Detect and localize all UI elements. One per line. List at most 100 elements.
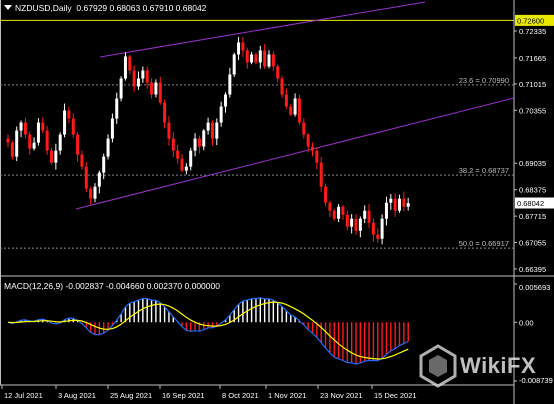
candle xyxy=(371,218,375,242)
dropdown-triangle-icon[interactable] xyxy=(4,5,12,10)
candle xyxy=(84,161,88,193)
candle xyxy=(106,134,110,160)
candle xyxy=(284,88,288,109)
candle xyxy=(141,66,145,83)
fib-level-label: 38.2 = 0.68737 xyxy=(459,166,509,175)
candle-body xyxy=(224,94,227,107)
candle xyxy=(276,64,280,83)
time-tick-label: 12 Jul 2021 xyxy=(4,391,43,400)
candle-body xyxy=(389,198,393,203)
candle-body xyxy=(297,98,301,123)
candle xyxy=(63,103,67,138)
candle-body xyxy=(45,130,49,151)
candle xyxy=(406,197,410,211)
candle xyxy=(163,99,167,129)
candle xyxy=(228,67,232,98)
candle xyxy=(41,117,45,134)
candle-body xyxy=(163,102,167,123)
candle-body xyxy=(332,210,336,219)
watermark: WikiFX xyxy=(416,343,536,389)
candle-body xyxy=(141,70,145,79)
candle xyxy=(206,117,210,135)
candle xyxy=(76,132,80,162)
candle-body xyxy=(15,130,19,157)
candle-body xyxy=(263,50,267,67)
macd-signal-line xyxy=(7,301,409,360)
price-tick-label: 0.67055 xyxy=(519,239,546,248)
candle xyxy=(50,148,53,165)
candle-body xyxy=(67,110,71,119)
candle xyxy=(132,65,136,92)
price-tick-label: 0.72335 xyxy=(519,27,546,36)
candle-body xyxy=(363,210,367,219)
candle-body xyxy=(23,122,27,135)
candle-body xyxy=(241,42,245,51)
candle-body xyxy=(19,122,23,131)
candle xyxy=(189,147,193,171)
candle xyxy=(10,140,14,160)
candle xyxy=(297,94,301,125)
candle xyxy=(254,52,258,65)
candle xyxy=(145,66,149,89)
candle-body xyxy=(110,118,114,139)
candlestick-series xyxy=(6,36,410,245)
candle-body xyxy=(197,138,201,147)
candle xyxy=(258,45,262,69)
candle-body xyxy=(324,186,328,203)
candle-body xyxy=(345,214,349,227)
candle-body xyxy=(158,82,162,103)
candle-body xyxy=(376,234,380,239)
candle xyxy=(197,135,201,154)
candle xyxy=(15,126,19,162)
candle-body xyxy=(115,98,119,119)
candle-body xyxy=(189,150,193,167)
candle-body xyxy=(154,82,158,95)
candle-body xyxy=(215,122,219,139)
candle xyxy=(319,156,323,192)
candle-body xyxy=(284,94,288,107)
time-tick-label: 8 Oct 2021 xyxy=(222,391,259,400)
candle-body xyxy=(311,146,314,151)
candle-body xyxy=(150,82,154,95)
candle-body xyxy=(206,122,210,131)
candle-body xyxy=(171,138,175,151)
fib-level-label: 50.0 = 0.66917 xyxy=(459,239,509,248)
candle xyxy=(341,204,345,220)
price-tick-label: 0.68375 xyxy=(519,186,546,195)
candle xyxy=(137,71,140,90)
candle-body xyxy=(102,156,106,173)
candle xyxy=(167,116,171,146)
candle xyxy=(176,144,180,164)
candle-body xyxy=(10,142,14,157)
watermark-text: WikiFX xyxy=(460,353,537,378)
candle xyxy=(337,204,341,223)
candle-body xyxy=(289,106,293,115)
time-tick-label: 3 Aug 2021 xyxy=(58,391,96,400)
candle xyxy=(315,147,319,170)
price-tick-label: 0.71665 xyxy=(519,54,546,63)
candle xyxy=(150,78,154,99)
candle xyxy=(32,137,36,151)
time-tick-label: 15 Dec 2021 xyxy=(374,391,417,400)
candle-body xyxy=(132,70,136,87)
candle xyxy=(376,228,380,243)
candle xyxy=(245,47,249,69)
candle xyxy=(345,210,349,231)
candle-body xyxy=(184,166,188,171)
candle xyxy=(58,132,62,155)
candle xyxy=(210,120,214,146)
price-tick-label: 0.70355 xyxy=(519,106,546,115)
candle xyxy=(263,44,267,69)
macd-tick-label: 0.005693 xyxy=(519,283,550,292)
candle xyxy=(89,186,93,205)
candle-body xyxy=(54,150,58,163)
candle xyxy=(97,170,101,194)
time-axis: 12 Jul 2021 3 Aug 2021 25 Aug 2021 16 Sep 2… xyxy=(1,385,417,400)
candle xyxy=(389,194,393,210)
candle xyxy=(128,54,132,75)
candle-body xyxy=(210,122,214,139)
candle-body xyxy=(328,202,332,211)
candle-body xyxy=(250,54,254,63)
candle xyxy=(202,128,206,151)
candle-body xyxy=(71,118,75,135)
